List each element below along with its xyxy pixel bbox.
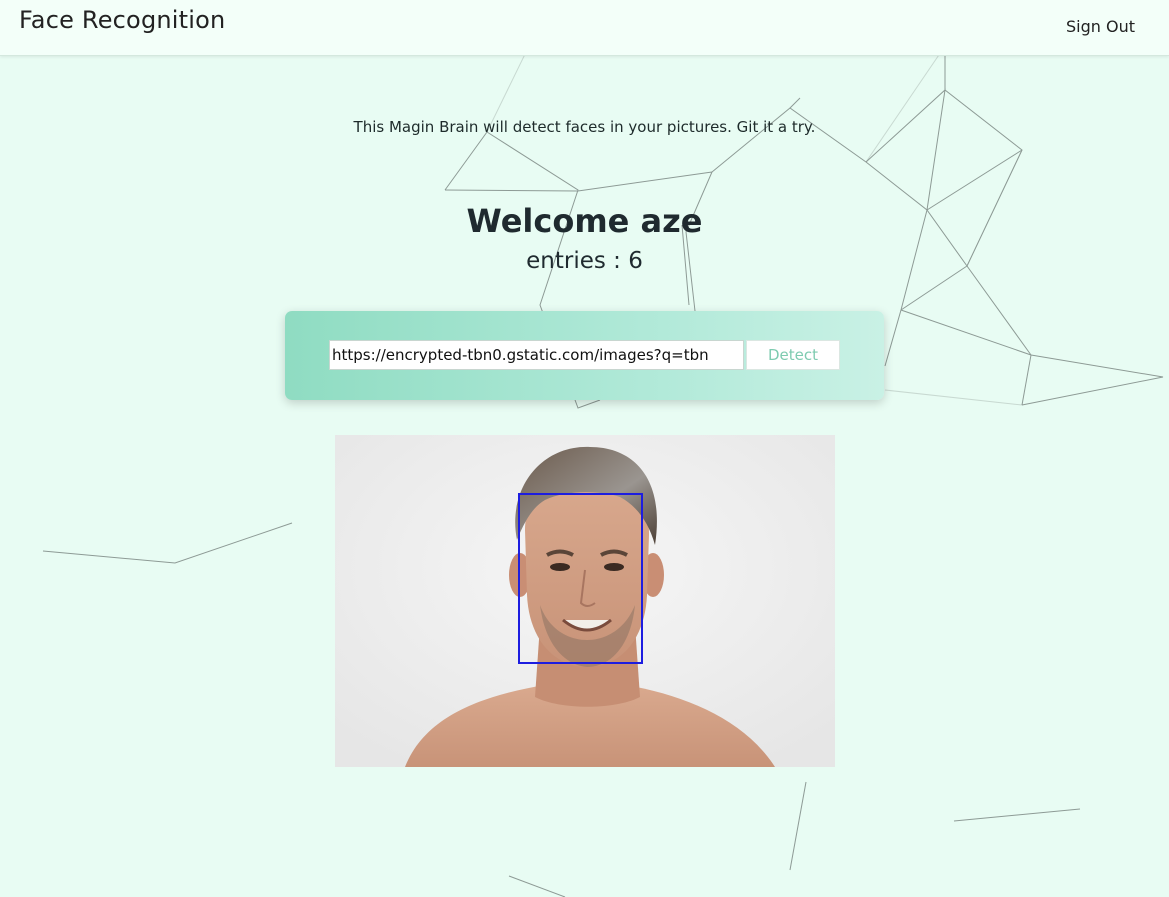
image-link-form: Detect <box>285 311 884 400</box>
app-title: Face Recognition <box>19 6 226 34</box>
sign-out-link[interactable]: Sign Out <box>1066 17 1135 36</box>
face-image <box>335 435 835 767</box>
entries-count: entries : 6 <box>526 248 643 274</box>
detect-button[interactable]: Detect <box>746 340 840 370</box>
app-root: Face Recognition Sign Out This Magin Bra… <box>0 0 1169 897</box>
image-url-input[interactable] <box>329 340 744 370</box>
intro-text: This Magin Brain will detect faces in yo… <box>353 118 816 136</box>
face-bounding-box <box>518 493 643 664</box>
top-nav: Face Recognition Sign Out <box>0 0 1169 56</box>
welcome-heading: Welcome aze <box>466 202 703 240</box>
